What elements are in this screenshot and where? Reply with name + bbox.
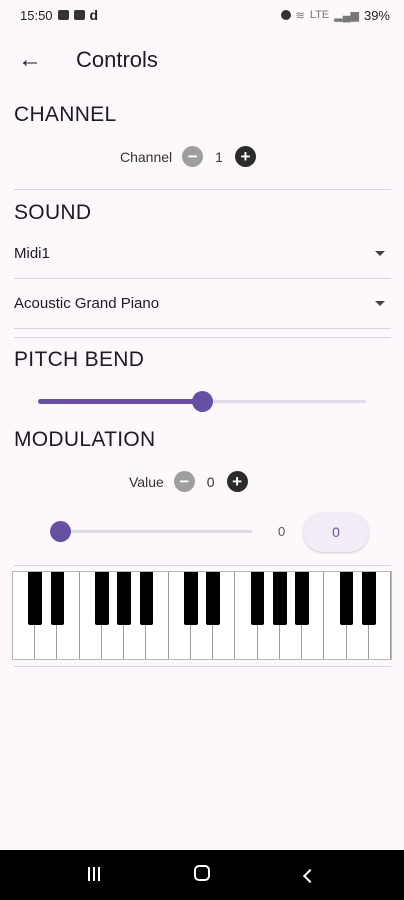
home-icon [194, 864, 210, 881]
black-key[interactable] [139, 572, 154, 625]
notification-icon [73, 10, 85, 20]
channel-decrement-button[interactable]: − [182, 146, 204, 167]
status-right: ≋ LTE ▂▄▆ 39% [280, 7, 390, 23]
piano-keyboard [12, 571, 392, 660]
sound-divider [14, 337, 391, 338]
black-key[interactable] [272, 572, 287, 625]
black-key[interactable] [28, 572, 43, 625]
modulation-increment-button[interactable]: + [226, 471, 248, 492]
pitch-bend-slider[interactable] [38, 391, 366, 412]
black-key[interactable] [206, 572, 220, 625]
status-time: 15:50 [20, 7, 53, 23]
pitch-bend-thumb[interactable] [192, 391, 213, 412]
channel-section-title: CHANNEL [14, 103, 117, 126]
modulation-divider [14, 565, 391, 566]
black-key[interactable] [295, 572, 309, 625]
dropdown-arrow-icon [375, 251, 385, 256]
instrument-dropdown[interactable]: Acoustic Grand Piano [14, 279, 391, 329]
pitch-bend-fill [38, 399, 202, 404]
keyboard-divider [14, 666, 391, 667]
black-key[interactable] [339, 572, 354, 625]
midi-device-selected: Midi1 [14, 245, 50, 262]
wifi-icon: ≋ [295, 9, 305, 22]
modulation-slider-readout: 0 [278, 524, 286, 539]
system-navigation-bar [0, 850, 404, 900]
back-chevron-icon [302, 868, 318, 883]
modulation-label: Value [129, 473, 164, 490]
battery-level: 39% [363, 7, 390, 23]
channel-label: Channel [120, 148, 173, 165]
home-button[interactable] [172, 864, 232, 887]
modulation-section-title: MODULATION [14, 428, 156, 451]
signal-icon: ▂▄▆ [334, 9, 359, 22]
instrument-selected: Acoustic Grand Piano [14, 295, 160, 312]
channel-divider [14, 189, 391, 190]
black-key[interactable] [361, 572, 376, 625]
sound-section-title: SOUND [14, 201, 92, 224]
modulation-value-chip[interactable]: 0 [303, 512, 369, 552]
pitch-bend-section-title: PITCH BEND [14, 348, 145, 371]
alarm-icon [280, 10, 291, 20]
modulation-track [60, 530, 252, 533]
black-key[interactable] [250, 572, 265, 625]
black-key[interactable] [95, 572, 109, 625]
network-type: LTE [309, 9, 330, 21]
black-key[interactable] [117, 572, 132, 625]
modulation-value: 0 [206, 473, 215, 490]
status-bar: 15:50 d ≋ LTE ▂▄▆ 39% [0, 0, 404, 30]
channel-increment-button[interactable]: + [234, 146, 256, 167]
channel-stepper: Channel − 1 + [120, 146, 256, 167]
midi-device-dropdown[interactable]: Midi1 [14, 229, 391, 279]
black-key[interactable] [183, 572, 198, 625]
page-title: Controls [76, 47, 158, 72]
modulation-thumb[interactable] [50, 521, 71, 542]
modulation-decrement-button[interactable]: − [173, 471, 195, 492]
system-back-button[interactable] [280, 864, 340, 887]
channel-value: 1 [215, 148, 223, 165]
status-left: 15:50 d [20, 7, 98, 23]
back-arrow-icon[interactable]: ← [8, 38, 52, 82]
black-key[interactable] [50, 572, 65, 625]
recents-button[interactable] [64, 864, 124, 887]
app-notification-letter: d [89, 7, 99, 23]
app-bar: ← Controls [0, 36, 404, 84]
gallery-icon [57, 10, 69, 20]
modulation-stepper: Value − 0 + [129, 471, 248, 492]
dropdown-arrow-icon [375, 301, 385, 306]
modulation-slider[interactable] [50, 521, 252, 542]
recents-icon [88, 866, 100, 881]
